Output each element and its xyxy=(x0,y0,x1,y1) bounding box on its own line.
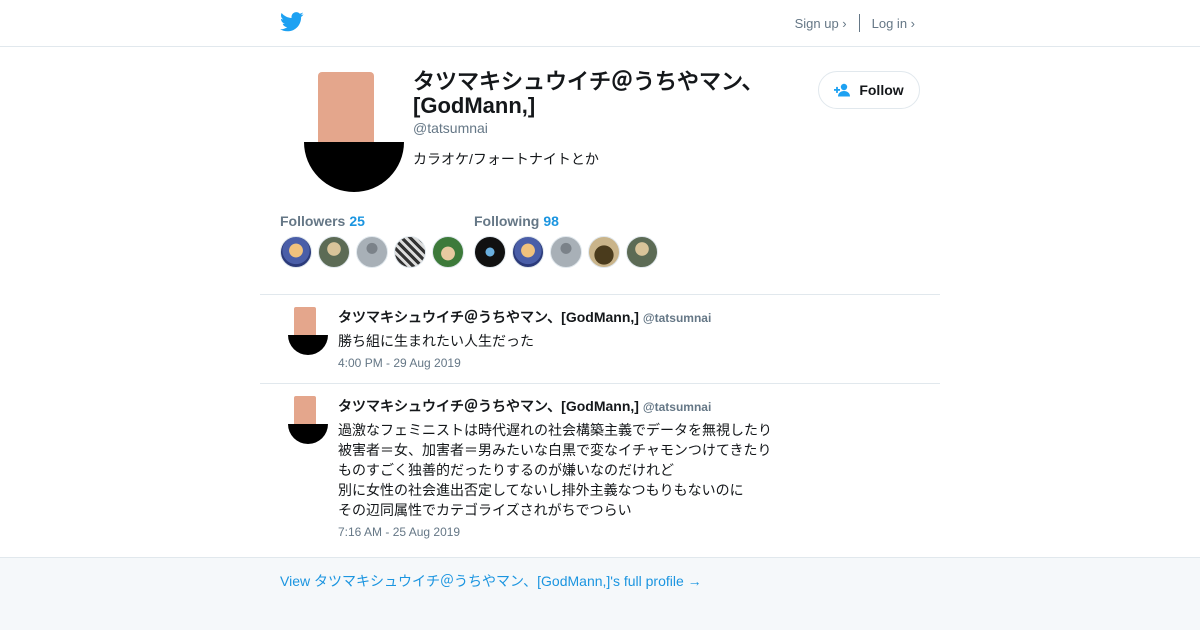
tweet-avatar[interactable] xyxy=(288,307,328,355)
tweet-author-name[interactable]: タツマキシュウイチ＠うちやマン、[GodMann,] xyxy=(338,309,639,325)
tweet-line: 別に女性の社会進出否定してないし排外主義なつもりもないのに xyxy=(338,482,744,498)
follow-label: Follow xyxy=(859,82,904,98)
follower-avatar[interactable] xyxy=(356,236,388,268)
auth-divider xyxy=(858,14,860,32)
followers-count: 25 xyxy=(349,213,365,229)
follow-button[interactable]: Follow xyxy=(818,71,920,109)
twitter-bird-icon[interactable] xyxy=(280,11,304,33)
profile-bio: カラオケ/フォートナイトとか xyxy=(413,151,599,167)
signup-link[interactable]: Sign up › xyxy=(795,16,847,31)
tweet-header: タツマキシュウイチ＠うちやマン、[GodMann,] @tatsumnai xyxy=(338,396,711,416)
following-avatar[interactable] xyxy=(474,236,506,268)
followers-avatars xyxy=(280,236,470,268)
tweet-text: 勝ち組に生まれたい人生だった xyxy=(338,331,534,351)
add-user-icon xyxy=(834,83,851,97)
profile-handle: @tatsumnai xyxy=(413,120,488,136)
following-avatar[interactable] xyxy=(550,236,582,268)
tweet-author-name[interactable]: タツマキシュウイチ＠うちやマン、[GodMann,] xyxy=(338,398,639,414)
tweet-timestamp[interactable]: 4:00 PM - 29 Aug 2019 xyxy=(338,356,461,370)
tweet-timestamp[interactable]: 7:16 AM - 25 Aug 2019 xyxy=(338,525,460,539)
profile-avatar[interactable] xyxy=(304,72,404,192)
tweet-item[interactable]: タツマキシュウイチ＠うちやマン、[GodMann,] @tatsumnai 勝ち組… xyxy=(260,294,940,383)
tweet-item[interactable]: タツマキシュウイチ＠うちやマン、[GodMann,] @tatsumnai 過激な… xyxy=(260,383,940,557)
top-bar: Sign up › Log in › xyxy=(0,0,1200,47)
tweet-line: その辺同属性でカテゴライズされがちでつらい xyxy=(338,502,632,518)
followers-label: Followers xyxy=(280,213,346,229)
profile-stats: Followers 25 Following 98 xyxy=(280,213,920,273)
following-stat[interactable]: Following 98 xyxy=(474,213,559,231)
following-avatar[interactable] xyxy=(588,236,620,268)
auth-links: Sign up › Log in › xyxy=(795,14,915,32)
tweet-avatar[interactable] xyxy=(288,396,328,444)
follower-avatar[interactable] xyxy=(280,236,312,268)
footer: View タツマキシュウイチ＠うちやマン、[GodMann,]'s full p… xyxy=(0,557,1200,630)
followers-stat[interactable]: Followers 25 xyxy=(280,213,365,231)
tweet-author-handle[interactable]: @tatsumnai xyxy=(643,400,711,414)
full-profile-link[interactable]: View タツマキシュウイチ＠うちやマン、[GodMann,]'s full p… xyxy=(280,571,702,591)
follower-avatar[interactable] xyxy=(432,236,464,268)
tweet-line: 勝ち組に生まれたい人生だった xyxy=(338,333,534,349)
tweet-line: ものすごく独善的だったりするのが嫌いなのだけれど xyxy=(338,462,674,478)
following-count: 98 xyxy=(543,213,559,229)
tweet-author-handle[interactable]: @tatsumnai xyxy=(643,311,711,325)
following-avatars xyxy=(474,236,664,268)
following-avatar[interactable] xyxy=(512,236,544,268)
following-label: Following xyxy=(474,213,540,229)
profile-header: タツマキシュウイチ＠うちやマン、[GodMann,] @tatsumnai カラ… xyxy=(280,70,920,200)
following-avatar[interactable] xyxy=(626,236,658,268)
tweet-line: 被害者＝女、加害者＝男みたいな白黒で変なイチャモンつけてきたり xyxy=(338,442,772,458)
profile-name: タツマキシュウイチ＠うちやマン、[GodMann,] xyxy=(413,69,764,118)
follower-avatar[interactable] xyxy=(394,236,426,268)
tweet-line: 過激なフェミニストは時代遅れの社会構築主義でデータを無視したり xyxy=(338,422,772,438)
follower-avatar[interactable] xyxy=(318,236,350,268)
tweet-header: タツマキシュウイチ＠うちやマン、[GodMann,] @tatsumnai xyxy=(338,307,711,327)
tweet-text: 過激なフェミニストは時代遅れの社会構築主義でデータを無視したり 被害者＝女、加害… xyxy=(338,420,772,520)
login-link[interactable]: Log in › xyxy=(872,16,915,31)
